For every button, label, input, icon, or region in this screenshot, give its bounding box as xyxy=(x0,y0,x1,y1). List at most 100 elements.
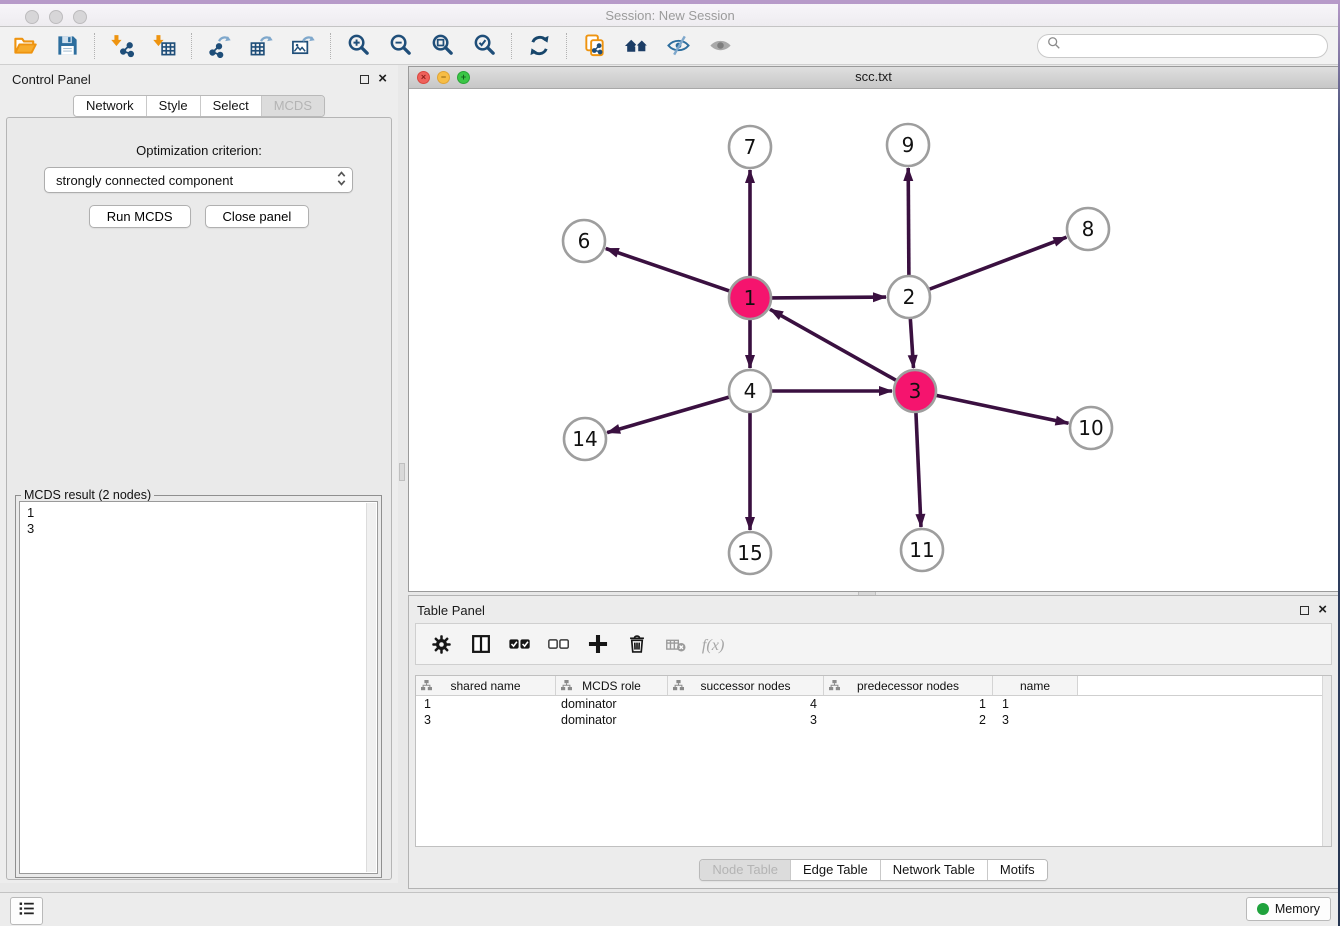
graph-node-label: 10 xyxy=(1078,416,1103,440)
tab-mcds[interactable]: MCDS xyxy=(261,96,324,116)
cell-predecessor-nodes: 1 xyxy=(824,697,993,711)
column-tree-icon xyxy=(561,680,572,694)
export-image-icon[interactable] xyxy=(290,32,317,59)
zoom-in-icon[interactable] xyxy=(345,32,372,59)
show-all-icon[interactable] xyxy=(707,32,734,59)
graph-edge-2-8[interactable] xyxy=(929,237,1067,289)
graph-node-11[interactable]: 11 xyxy=(901,529,943,571)
graph-edge-1-2[interactable] xyxy=(771,297,886,298)
clone-network-icon[interactable] xyxy=(581,32,608,59)
graph-edge-3-1[interactable] xyxy=(770,309,897,380)
graph-edge-2-3[interactable] xyxy=(910,318,913,368)
hide-selected-icon[interactable] xyxy=(665,32,692,59)
vertical-splitter-grip[interactable] xyxy=(399,463,405,481)
column-header-name[interactable]: name xyxy=(993,676,1078,695)
network-maximize-icon[interactable]: + xyxy=(457,71,470,84)
mcds-result-textarea[interactable]: 13 xyxy=(19,501,378,874)
column-tree-icon xyxy=(673,680,684,694)
select-all-icon[interactable] xyxy=(506,631,533,658)
column-header-shared-name[interactable]: shared name xyxy=(416,676,556,695)
table-row[interactable]: 1dominator411 xyxy=(416,696,1331,712)
graph-edge-3-11[interactable] xyxy=(916,412,921,527)
toolbar-group xyxy=(345,32,498,59)
graph-edge-2-9[interactable] xyxy=(908,168,909,276)
graph-node-15[interactable]: 15 xyxy=(729,532,771,574)
graph-node-label: 6 xyxy=(578,229,591,253)
table-panel-window-buttons: × xyxy=(1300,605,1327,615)
graph-node-7[interactable]: 7 xyxy=(729,126,771,168)
close-panel-icon[interactable]: × xyxy=(378,74,387,84)
export-table-icon[interactable] xyxy=(248,32,275,59)
deselect-all-icon[interactable] xyxy=(545,631,572,658)
first-neighbors-icon[interactable] xyxy=(623,32,650,59)
table-tab-node-table[interactable]: Node Table xyxy=(700,860,790,880)
refresh-icon[interactable] xyxy=(526,32,553,59)
run-mcds-button[interactable]: Run MCDS xyxy=(89,205,191,228)
table-tab-network-table[interactable]: Network Table xyxy=(880,860,987,880)
save-session-icon[interactable] xyxy=(54,32,81,59)
close-panel-icon[interactable]: × xyxy=(1318,605,1327,615)
search-box[interactable] xyxy=(1037,34,1328,58)
table-tab-edge-table[interactable]: Edge Table xyxy=(790,860,880,880)
close-panel-button[interactable]: Close panel xyxy=(205,205,310,228)
tab-network[interactable]: Network xyxy=(74,96,146,116)
node-table: shared name MCDS role successor nodes pr… xyxy=(415,675,1332,847)
graph-node-label: 14 xyxy=(572,427,597,451)
graph-node-9[interactable]: 9 xyxy=(887,124,929,166)
cell-shared-name: 3 xyxy=(416,713,556,727)
task-history-button[interactable] xyxy=(10,897,43,925)
delete-icon[interactable] xyxy=(623,631,650,658)
zoom-selected-icon[interactable] xyxy=(471,32,498,59)
graph-edge-1-6[interactable] xyxy=(606,249,730,292)
graph-node-10[interactable]: 10 xyxy=(1070,407,1112,449)
criterion-select[interactable]: strongly connected component xyxy=(44,167,353,193)
gear-icon[interactable] xyxy=(428,631,455,658)
mcds-result-group: MCDS result (2 nodes) 13 xyxy=(15,495,382,878)
zoom-out-icon[interactable] xyxy=(387,32,414,59)
network-canvas[interactable]: 1 2 3 4 6 7 8 9 10 11 14 15 xyxy=(409,88,1338,596)
toolbar-separator xyxy=(191,33,193,59)
titlebar: Session: New Session xyxy=(0,0,1340,27)
graph-node-6[interactable]: 6 xyxy=(563,220,605,262)
columns-icon[interactable] xyxy=(467,631,494,658)
float-panel-icon[interactable] xyxy=(1300,606,1309,615)
cell-MCDS-role: dominator xyxy=(556,697,668,711)
table-row[interactable]: 3dominator323 xyxy=(416,712,1331,728)
memory-button[interactable]: Memory xyxy=(1246,897,1331,921)
graph-node-3[interactable]: 3 xyxy=(894,370,936,412)
graph-node-2[interactable]: 2 xyxy=(888,276,930,318)
table-header-row: shared name MCDS role successor nodes pr… xyxy=(416,676,1331,696)
main-area: Control Panel × NetworkStyleSelectMCDS O… xyxy=(0,65,1340,892)
column-header-successor-nodes[interactable]: successor nodes xyxy=(668,676,824,695)
table-scrollbar[interactable] xyxy=(1322,676,1331,846)
tab-style[interactable]: Style xyxy=(146,96,200,116)
graph-node-8[interactable]: 8 xyxy=(1067,208,1109,250)
import-network-icon[interactable] xyxy=(109,32,136,59)
zoom-fit-icon[interactable] xyxy=(429,32,456,59)
result-scrollbar[interactable] xyxy=(366,503,376,872)
network-window-titlebar[interactable]: × − + scc.txt xyxy=(409,67,1338,89)
graph-node-14[interactable]: 14 xyxy=(564,418,606,460)
search-input[interactable] xyxy=(1067,37,1318,54)
cell-name: 3 xyxy=(993,713,1078,727)
tab-select[interactable]: Select xyxy=(200,96,261,116)
graph-edge-4-14[interactable] xyxy=(607,397,730,433)
table-tab-motifs[interactable]: Motifs xyxy=(987,860,1047,880)
float-panel-icon[interactable] xyxy=(360,75,369,84)
graph-node-4[interactable]: 4 xyxy=(729,370,771,412)
search-icon xyxy=(1047,36,1061,55)
export-network-icon[interactable] xyxy=(206,32,233,59)
mcds-buttons-row: Run MCDS Close panel xyxy=(7,205,391,228)
column-header-predecessor-nodes[interactable]: predecessor nodes xyxy=(824,676,993,695)
import-table-icon[interactable] xyxy=(151,32,178,59)
column-header-MCDS-role[interactable]: MCDS role xyxy=(556,676,668,695)
control-panel-title: Control Panel xyxy=(12,72,91,87)
open-session-icon[interactable] xyxy=(12,32,39,59)
network-minimize-icon[interactable]: − xyxy=(437,71,450,84)
graph-edge-3-10[interactable] xyxy=(936,395,1069,423)
toolbar-group xyxy=(109,32,178,59)
add-icon[interactable] xyxy=(584,631,611,658)
network-close-icon[interactable]: × xyxy=(417,71,430,84)
toolbar-group xyxy=(12,32,81,59)
graph-node-1[interactable]: 1 xyxy=(729,277,771,319)
